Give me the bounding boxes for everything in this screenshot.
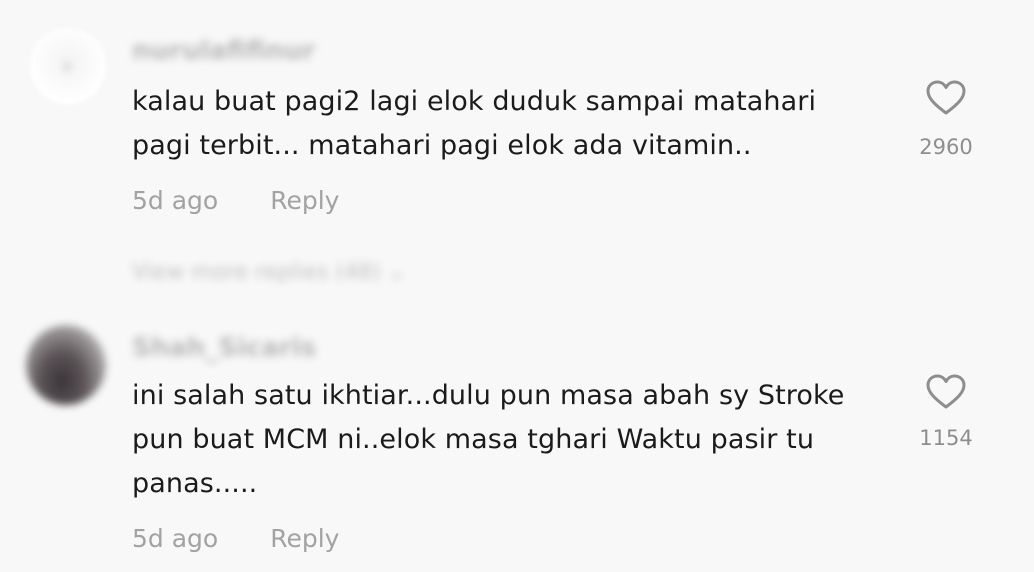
like-count: 1154 — [919, 426, 973, 450]
avatar-placeholder-icon — [62, 62, 72, 72]
like-control[interactable]: 1154 — [901, 374, 991, 451]
like-control[interactable]: 2960 — [901, 80, 991, 160]
comment-text: kalau buat pagi2 lagi elok duduk sampai … — [132, 86, 817, 161]
comment-meta: 5d ago Reply — [132, 524, 339, 554]
comment-meta: 5d ago Reply — [132, 186, 339, 216]
reply-button[interactable]: Reply — [270, 524, 339, 553]
reply-button[interactable]: Reply — [270, 186, 339, 215]
comment-timestamp: 5d ago — [132, 186, 219, 215]
comment-username[interactable]: Shah_Sicaris — [132, 333, 316, 363]
heart-outline-icon[interactable] — [926, 80, 966, 116]
comment-username[interactable]: nurulafifinur — [132, 36, 315, 66]
heart-outline-icon[interactable] — [926, 374, 966, 410]
comments-panel: nurulafifinur kalau buat pagi2 lagi elok… — [0, 0, 1034, 572]
user-avatar[interactable] — [26, 325, 106, 405]
comment-timestamp: 5d ago — [132, 524, 219, 553]
view-replies-link[interactable]: View more replies (48) ⌄ — [132, 258, 406, 288]
comment-text: ini salah satu ikhtiar...dulu pun masa a… — [132, 380, 845, 499]
user-avatar[interactable] — [30, 28, 106, 104]
like-count: 2960 — [919, 135, 973, 159]
